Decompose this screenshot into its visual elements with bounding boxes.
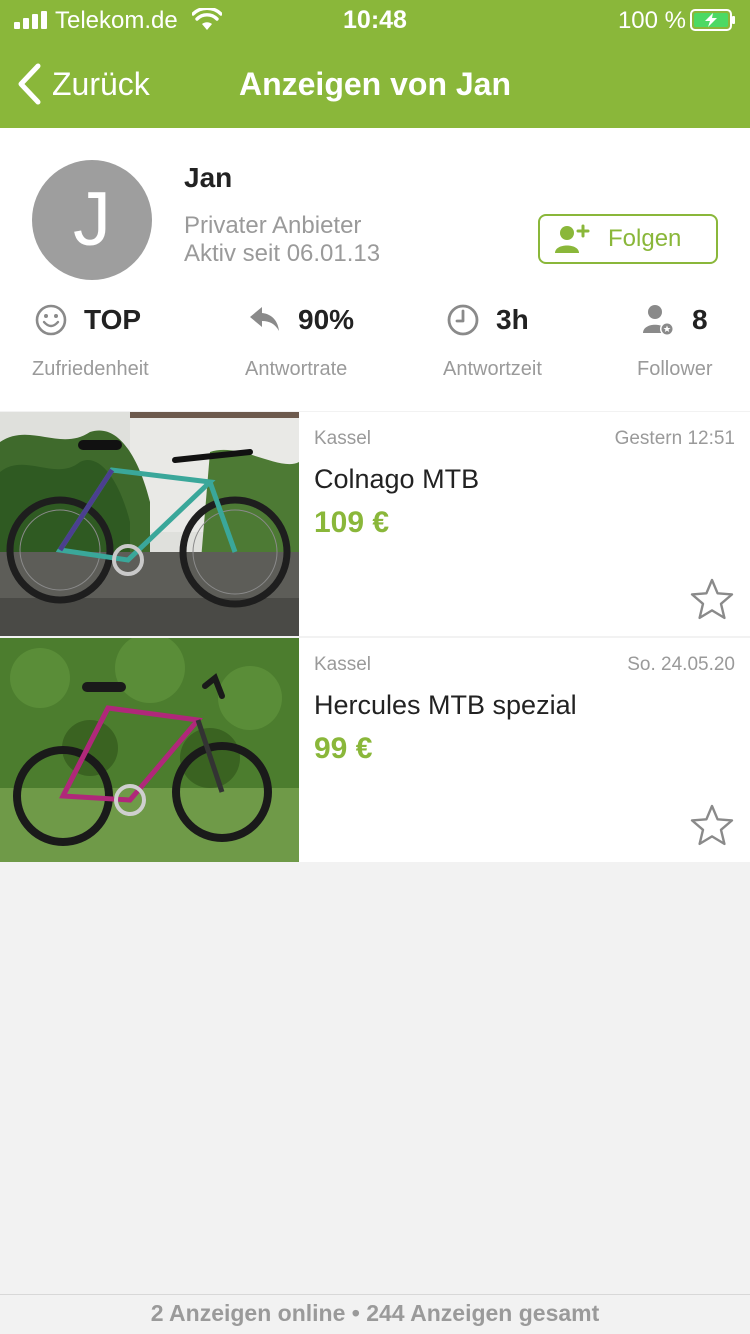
bike-photo-icon: [0, 638, 299, 862]
clock-icon: [447, 304, 479, 336]
follow-button[interactable]: Folgen: [538, 214, 718, 264]
stat-response-rate: 90% Antwortrate: [245, 300, 408, 390]
status-bar: Telekom.de 10:48 100 %: [0, 0, 750, 42]
footer-divider: [0, 1294, 750, 1295]
listing-title: Hercules MTB spezial: [314, 690, 577, 720]
listing-photo: [0, 412, 299, 636]
add-person-icon: [555, 224, 590, 253]
reply-icon: [250, 307, 279, 331]
active-since: Aktiv seit 06.01.13: [184, 240, 381, 267]
bike-photo-icon: [0, 412, 299, 636]
stat-followers: 8 Follower: [637, 300, 742, 390]
listing-price: 99 €: [314, 732, 373, 765]
listing-photo: [0, 638, 299, 862]
stat-value: TOP: [84, 304, 142, 335]
stat-response-time: 3h Antwortzeit: [443, 300, 606, 390]
header-bar: Telekom.de 10:48 100 % Zurück Anzeigen v…: [0, 0, 750, 128]
listing-title: Colnago MTB: [314, 464, 480, 494]
listing-price: 109 €: [314, 506, 390, 539]
follow-label: Folgen: [608, 225, 682, 252]
stat-value: 3h: [496, 304, 529, 335]
stat-label: Zufriedenheit: [32, 358, 149, 380]
page-title: Anzeigen von Jan: [238, 66, 512, 102]
battery-percent: 100 %: [617, 7, 686, 34]
smiley-icon: [35, 304, 67, 336]
star-icon[interactable]: [689, 577, 735, 621]
listing-item[interactable]: Kassel Gestern 12:51 Colnago MTB 109 €: [0, 412, 750, 636]
stat-satisfaction: TOP Zufriedenheit: [32, 300, 194, 390]
seller-profile: J Jan Privater Anbieter Aktiv seit 06.01…: [0, 128, 750, 411]
stat-label: Antwortrate: [245, 358, 348, 380]
battery-charging-icon: [690, 9, 735, 31]
listing-count-footer: 2 Anzeigen online • 244 Anzeigen gesamt: [150, 1300, 600, 1326]
seller-type: Privater Anbieter: [184, 212, 362, 239]
avatar: J: [32, 160, 152, 280]
follower-icon: [643, 305, 674, 336]
listing-date: Gestern 12:51: [614, 428, 735, 449]
listing-item[interactable]: Kassel So. 24.05.20 Hercules MTB spezial…: [0, 638, 750, 862]
seller-name: Jan: [184, 162, 233, 193]
star-icon[interactable]: [689, 803, 735, 847]
stat-value: 90%: [298, 304, 355, 335]
stat-label: Follower: [637, 358, 713, 380]
stat-value: 8: [692, 304, 708, 335]
stat-label: Antwortzeit: [443, 358, 542, 380]
listing-location: Kassel: [314, 428, 372, 449]
listing-location: Kassel: [314, 654, 372, 675]
listing-date: So. 24.05.20: [627, 654, 735, 675]
